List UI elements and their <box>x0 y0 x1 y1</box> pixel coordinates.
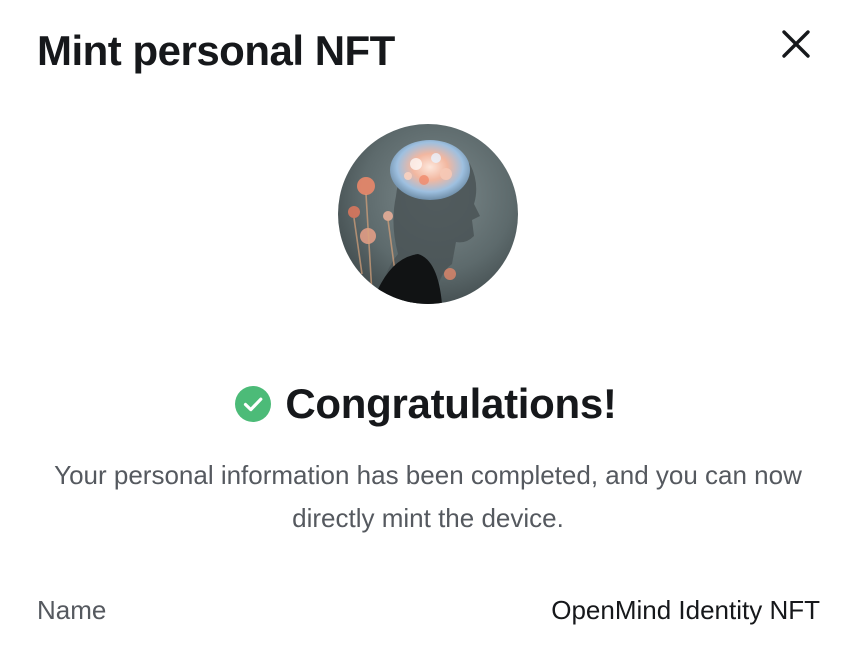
detail-row-name: Name OpenMind Identity NFT <box>37 590 820 630</box>
nft-artwork-avatar-icon <box>338 124 518 304</box>
mint-nft-dialog: Mint personal NFT Congratulations! Your … <box>0 0 852 650</box>
nft-avatar <box>338 124 518 304</box>
detail-label: Name <box>37 595 107 625</box>
close-icon <box>782 30 810 58</box>
success-title: Congratulations! <box>285 380 617 427</box>
detail-value: OpenMind Identity NFT <box>551 595 820 625</box>
check-circle-icon <box>235 386 272 422</box>
close-button[interactable] <box>778 26 814 62</box>
dialog-title: Mint personal NFT <box>37 27 395 74</box>
success-message: Your personal information has been compl… <box>54 460 802 533</box>
success-header: Congratulations! <box>0 378 852 430</box>
